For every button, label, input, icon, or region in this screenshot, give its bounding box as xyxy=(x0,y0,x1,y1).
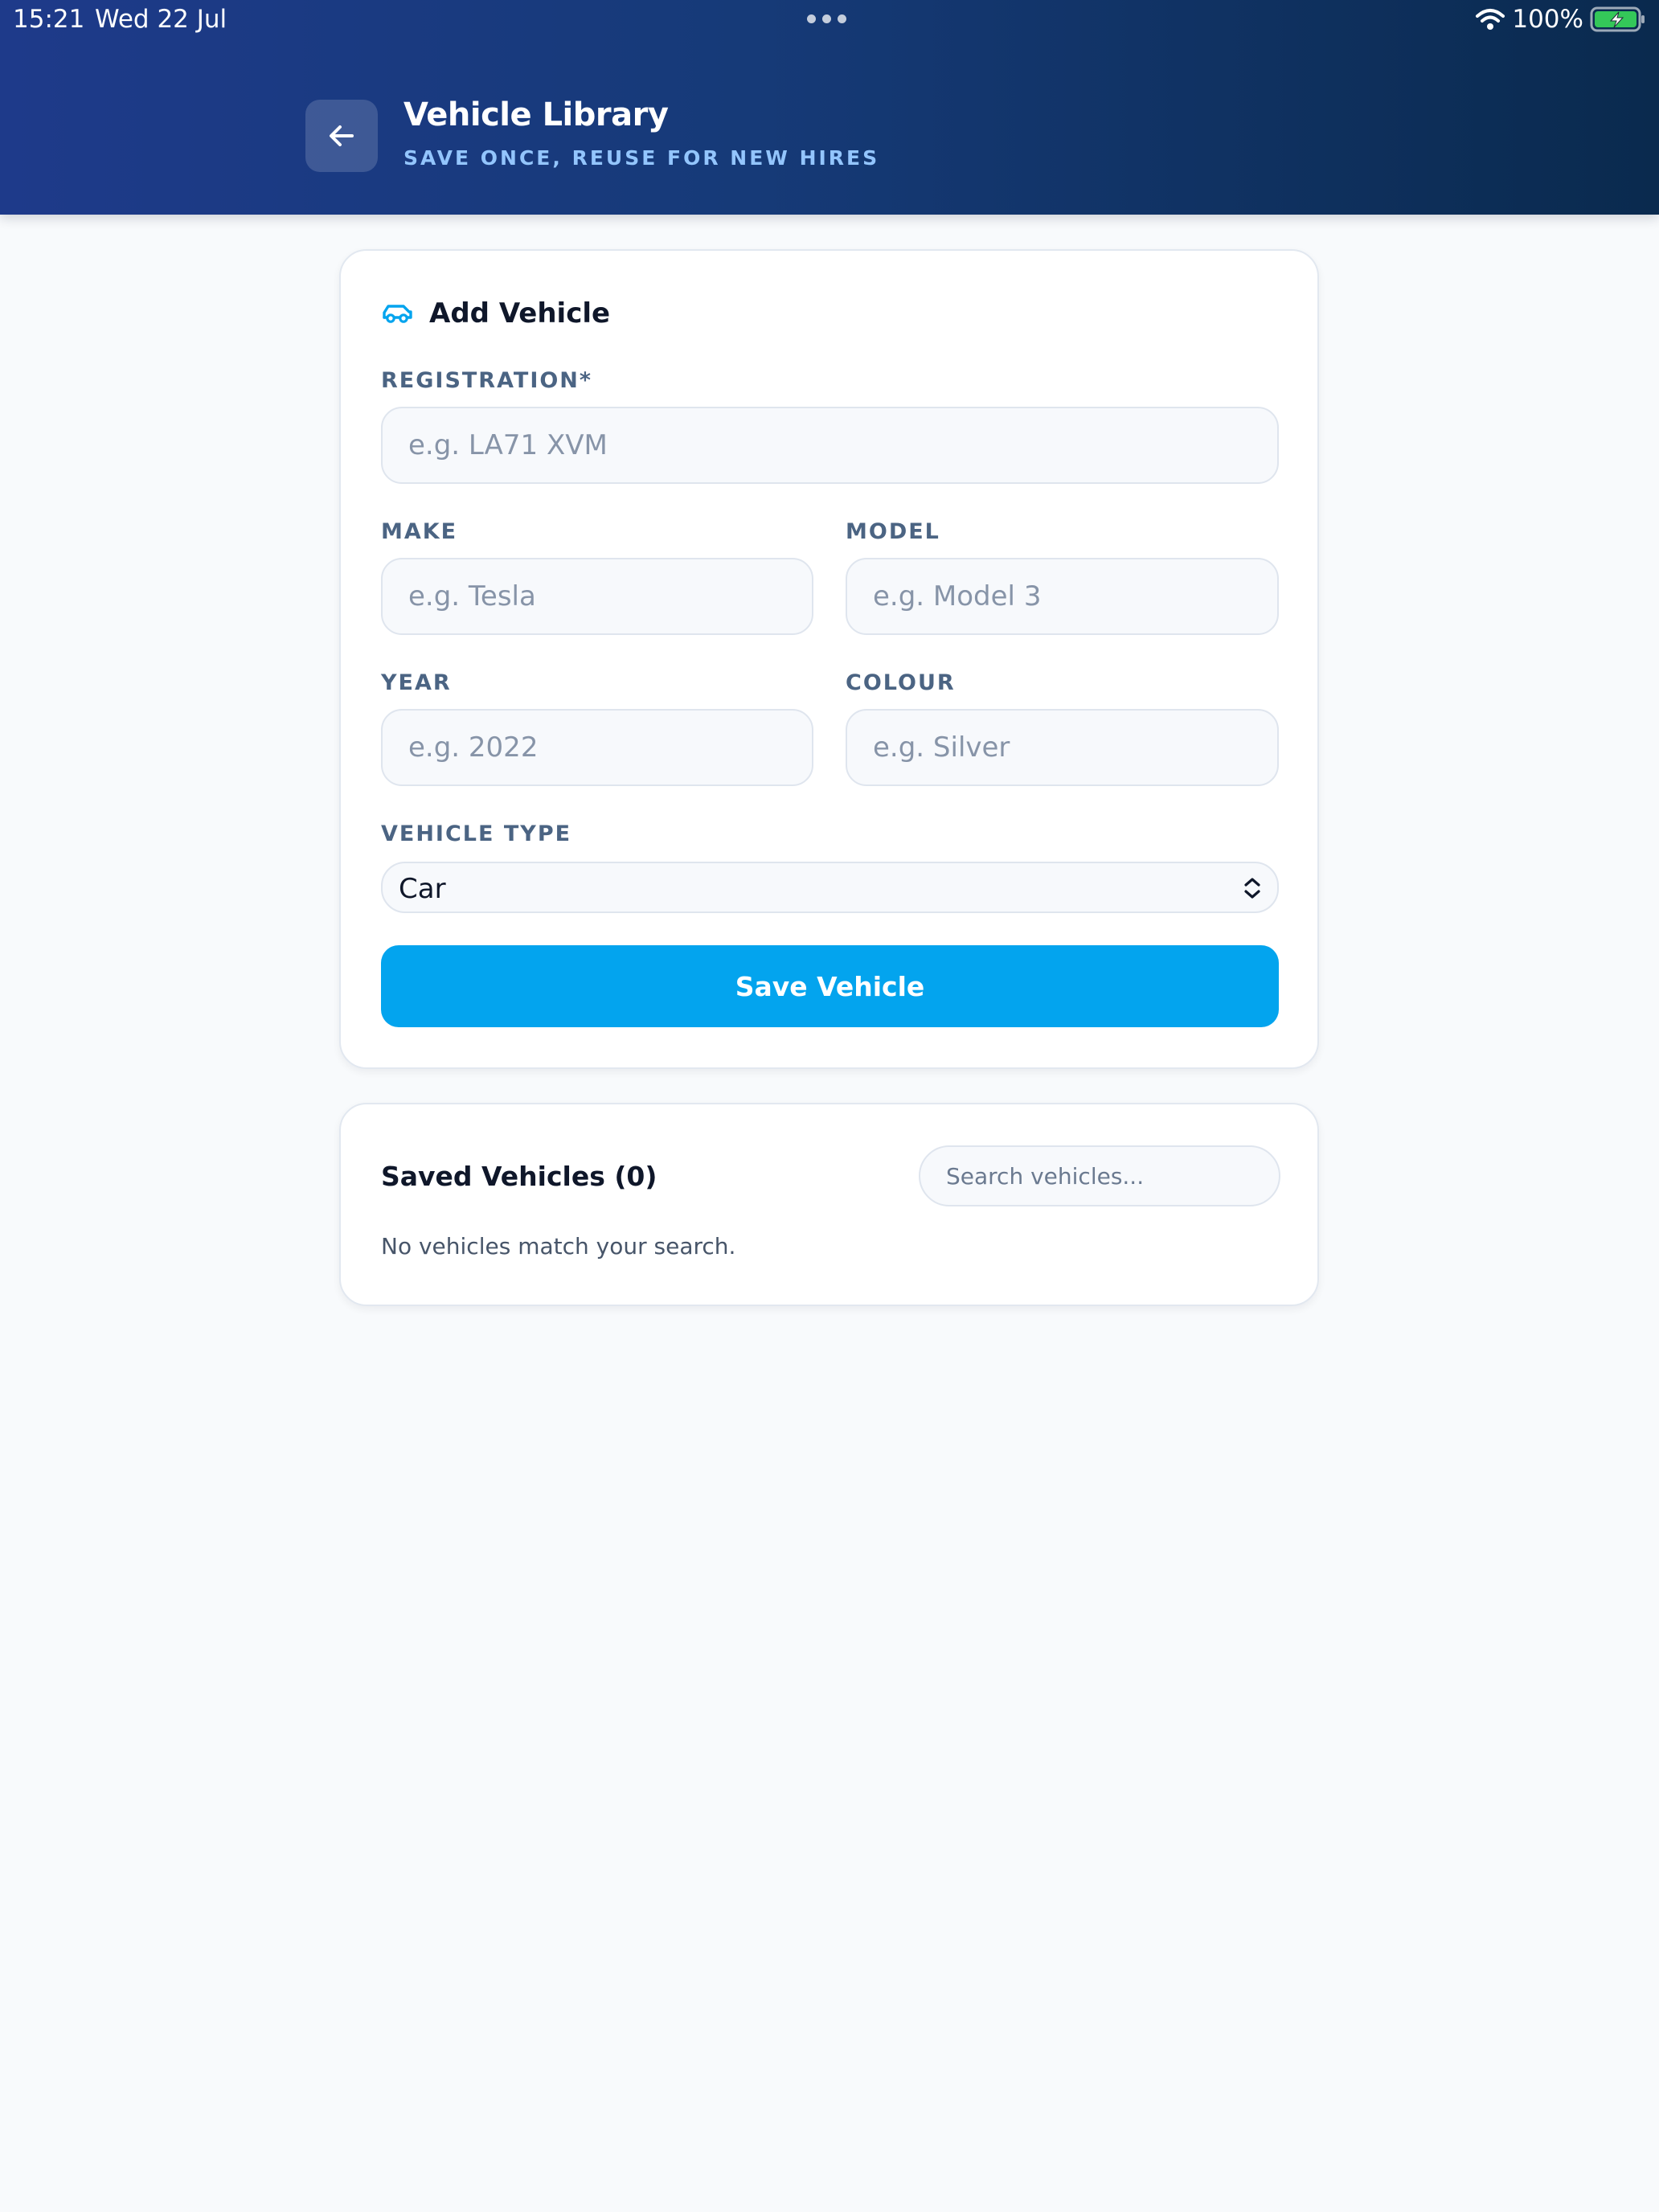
make-label: MAKE xyxy=(381,519,458,544)
battery-charging-icon xyxy=(1590,6,1645,32)
vehicle-type-value: Car xyxy=(399,873,446,905)
car-icon xyxy=(383,305,412,323)
model-label: MODEL xyxy=(846,519,940,544)
status-date: Wed 22 Jul xyxy=(95,5,227,34)
add-vehicle-header: Add Vehicle xyxy=(381,297,610,330)
colour-input[interactable] xyxy=(846,709,1279,786)
app-header: 15:21 Wed 22 Jul 100% Vehicle Library SA… xyxy=(0,0,1659,215)
battery-percent: 100% xyxy=(1512,5,1583,34)
colour-label: COLOUR xyxy=(846,670,956,695)
multitasking-dots-icon[interactable] xyxy=(807,14,846,23)
saved-vehicles-card: Saved Vehicles (0) No vehicles match you… xyxy=(339,1103,1319,1306)
vehicle-type-select[interactable]: Car xyxy=(381,862,1279,913)
chevron-up-down-icon xyxy=(1244,878,1260,899)
year-label: YEAR xyxy=(381,670,452,695)
page-subtitle: SAVE ONCE, REUSE FOR NEW HIRES xyxy=(403,146,880,170)
empty-state-message: No vehicles match your search. xyxy=(381,1233,736,1260)
add-vehicle-card: Add Vehicle REGISTRATION* MAKE MODEL YEA… xyxy=(339,249,1319,1069)
vehicle-type-label: VEHICLE TYPE xyxy=(381,821,572,846)
model-input[interactable] xyxy=(846,558,1279,635)
status-bar: 15:21 Wed 22 Jul 100% xyxy=(0,0,1659,42)
status-time: 15:21 xyxy=(13,5,85,34)
registration-input[interactable] xyxy=(381,407,1279,484)
wifi-icon xyxy=(1476,9,1505,30)
year-input[interactable] xyxy=(381,709,813,786)
search-vehicles-input[interactable] xyxy=(919,1145,1280,1206)
status-right: 100% xyxy=(1475,5,1646,34)
make-input[interactable] xyxy=(381,558,813,635)
arrow-left-icon xyxy=(330,125,354,146)
save-vehicle-button[interactable]: Save Vehicle xyxy=(381,945,1279,1027)
back-button[interactable] xyxy=(305,100,378,172)
registration-label: REGISTRATION* xyxy=(381,368,593,393)
saved-vehicles-title: Saved Vehicles (0) xyxy=(381,1161,657,1192)
add-vehicle-title: Add Vehicle xyxy=(429,297,611,330)
page-title: Vehicle Library xyxy=(403,96,669,133)
